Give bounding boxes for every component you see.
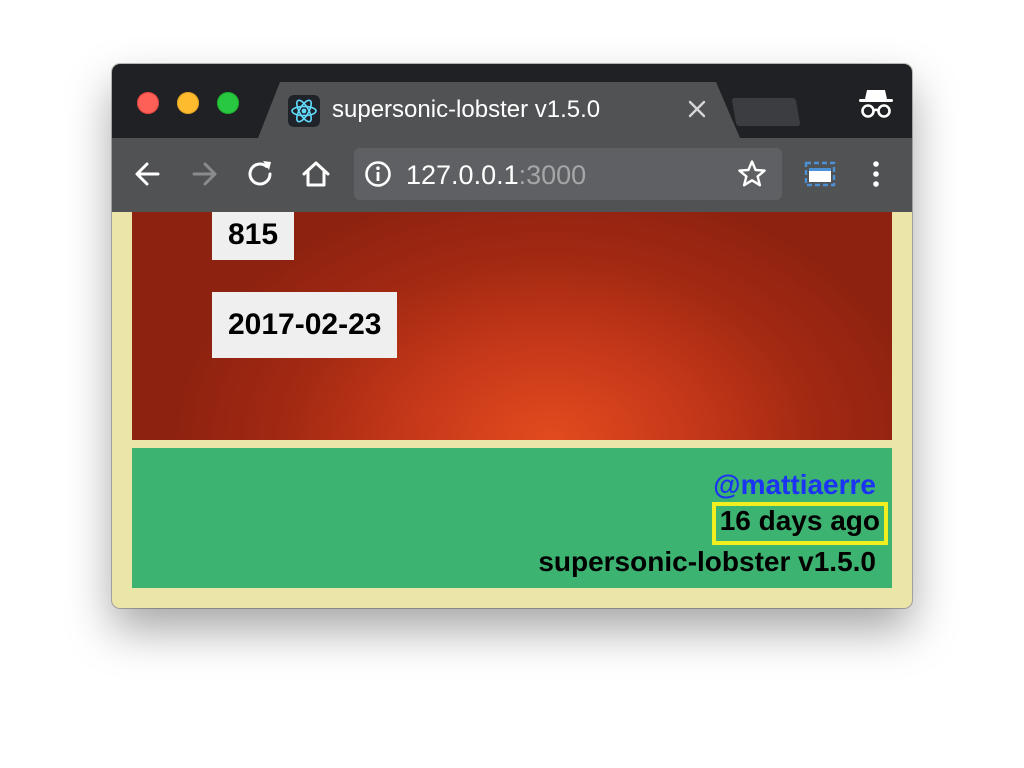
window-close-button[interactable] [137,92,159,114]
browser-tab[interactable]: supersonic-lobster v1.5.0 [258,82,740,138]
relative-time-highlight: 16 days ago [711,502,888,545]
tab-close-icon[interactable] [684,96,710,122]
browser-toolbar: 127.0.0.1:3000 [112,138,912,212]
url-text[interactable]: 127.0.0.1:3000 [406,160,586,191]
footer-panel: @mattiaerre 16 days ago supersonic-lobst… [132,448,892,588]
back-arrow-icon[interactable] [130,156,166,192]
tab-media-icon[interactable] [802,156,838,192]
window-maximize-button[interactable] [217,92,239,114]
address-bar[interactable]: 127.0.0.1:3000 [354,148,782,200]
info-icon[interactable] [364,160,392,188]
app-version: supersonic-lobster v1.5.0 [538,546,876,577]
page-content: 815 2017-02-23 @mattiaerre 16 days ago s… [132,212,892,588]
kebab-menu-icon[interactable] [858,156,894,192]
date-box: 2017-02-23 [212,292,398,358]
reload-icon[interactable] [242,156,278,192]
relative-time: 16 days ago [719,505,880,536]
window-minimize-button[interactable] [177,92,199,114]
browser-window: supersonic-lobster v1.5.0 127.0.0.1:3000… [112,64,912,608]
new-tab-button[interactable] [731,98,801,126]
footer-info: @mattiaerre 16 days ago supersonic-lobst… [538,468,888,579]
forward-arrow-icon[interactable] [186,156,222,192]
home-icon[interactable] [298,156,334,192]
author-handle-link[interactable]: @mattiaerre [538,468,876,502]
tab-title: supersonic-lobster v1.5.0 [332,96,601,123]
incognito-icon [856,86,896,120]
hero-panel: 815 2017-02-23 [132,212,892,440]
react-atom-icon [288,95,320,127]
url-host: 127.0.0.1 [406,160,519,190]
tab-strip: supersonic-lobster v1.5.0 [112,64,912,138]
count-box: 815 [212,212,295,260]
star-icon[interactable] [736,158,768,190]
url-port: :3000 [518,160,587,190]
